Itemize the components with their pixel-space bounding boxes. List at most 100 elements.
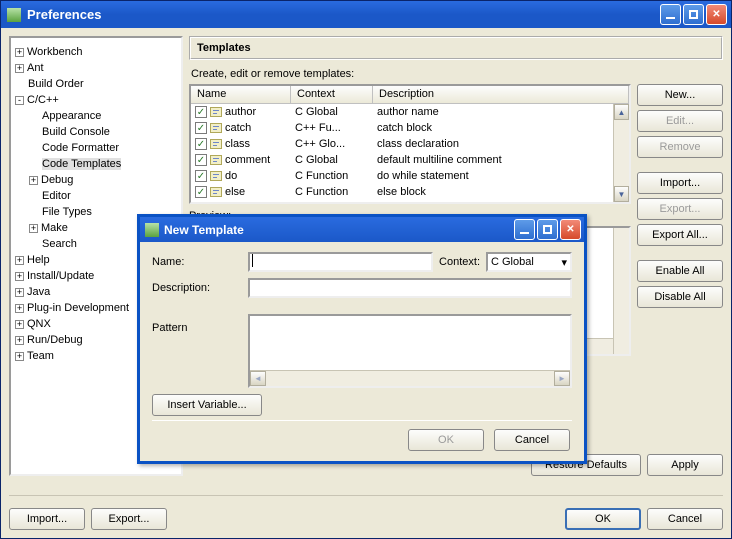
context-select[interactable]: C Global ▾ [486,252,572,272]
scroll-down-icon[interactable]: ▼ [614,186,629,202]
checkbox[interactable]: ✓ [195,122,207,134]
expander-icon[interactable]: + [15,320,24,329]
col-header-description[interactable]: Description [373,86,629,103]
checkbox[interactable]: ✓ [195,186,207,198]
template-name: do [225,170,237,182]
dialog-maximize-button[interactable] [537,219,558,240]
tree-item[interactable]: Debug [41,174,73,186]
maximize-button[interactable] [683,4,704,25]
tree-item[interactable]: Java [27,286,50,298]
import-templates-button[interactable]: Import... [637,172,723,194]
scroll-left-icon[interactable]: ◄ [250,371,266,386]
dialog-cancel-button[interactable]: Cancel [494,429,570,451]
template-description: else block [373,186,629,198]
expander-icon[interactable]: + [15,304,24,313]
tree-item[interactable]: Make [41,222,68,234]
enable-all-button[interactable]: Enable All [637,260,723,282]
template-description: class declaration [373,138,629,150]
checkbox[interactable]: ✓ [195,170,207,182]
tree-item[interactable]: Team [27,350,54,362]
expander-icon[interactable]: + [29,176,38,185]
expander-icon[interactable]: + [15,288,24,297]
tree-item[interactable]: Editor [42,190,71,202]
new-button[interactable]: New... [637,84,723,106]
template-name: else [225,186,245,198]
table-row[interactable]: ✓ else C Functionelse block [191,184,629,200]
ok-button[interactable]: OK [565,508,641,530]
minimize-button[interactable] [660,4,681,25]
template-name: catch [225,122,251,134]
tree-item[interactable]: Run/Debug [27,334,83,346]
template-icon [210,123,222,133]
table-row[interactable]: ✓doC Functiondo while statement [191,168,629,184]
templates-table[interactable]: Name Context Description ✓authorC Global… [189,84,631,204]
tree-item[interactable]: Build Order [28,78,84,90]
tree-item[interactable]: Workbench [27,46,82,58]
dialog-close-button[interactable]: ✕ [560,219,581,240]
template-icon [210,155,222,165]
tree-item[interactable]: Install/Update [27,270,94,282]
template-context: C Global [291,106,373,118]
name-label: Name: [152,256,242,268]
disable-all-button[interactable]: Disable All [637,286,723,308]
name-input[interactable] [248,252,433,272]
close-button[interactable]: ✕ [706,4,727,25]
expander-icon[interactable]: + [15,336,24,345]
cancel-button[interactable]: Cancel [647,508,723,530]
page-title: Templates [189,36,723,60]
expander-icon[interactable]: - [15,96,24,105]
pattern-label: Pattern [152,304,242,334]
template-context: C Function [291,186,373,198]
template-context: C Function [291,170,373,182]
tree-item[interactable]: Build Console [42,126,110,138]
col-header-context[interactable]: Context [291,86,373,103]
remove-button[interactable]: Remove [637,136,723,158]
expander-icon[interactable]: + [15,48,24,57]
expander-icon[interactable]: + [29,224,38,233]
col-header-name[interactable]: Name [191,86,291,103]
description-input[interactable] [248,278,572,298]
expander-icon[interactable]: + [15,352,24,361]
table-row[interactable]: ✓authorC Globalauthor name [191,104,629,120]
tree-item[interactable]: Ant [27,62,44,74]
tree-item[interactable]: C/C++ [27,94,59,106]
description-label: Description: [152,282,242,294]
expander-icon[interactable]: + [15,64,24,73]
table-scrollbar[interactable]: ▲ ▼ [613,104,629,202]
dialog-app-icon [145,223,159,237]
tree-item[interactable]: Code Templates [42,158,121,170]
template-icon [210,139,222,149]
dialog-ok-button[interactable]: OK [408,429,484,451]
tree-item[interactable]: Plug-in Development [27,302,129,314]
pattern-textarea[interactable]: ◄ ► [248,314,572,388]
tree-item[interactable]: Search [42,238,77,250]
table-row[interactable]: ✓commentC Globaldefault multiline commen… [191,152,629,168]
scroll-right-icon[interactable]: ► [554,371,570,386]
expander-icon[interactable]: + [15,272,24,281]
checkbox[interactable]: ✓ [195,106,207,118]
expander-icon[interactable]: + [15,256,24,265]
tree-item[interactable]: QNX [27,318,51,330]
export-templates-button[interactable]: Export... [637,198,723,220]
table-row[interactable]: ✓classC++ Glo...class declaration [191,136,629,152]
apply-button[interactable]: Apply [647,454,723,476]
export-all-button[interactable]: Export All... [637,224,723,246]
dialog-minimize-button[interactable] [514,219,535,240]
checkbox[interactable]: ✓ [195,154,207,166]
import-preferences-button[interactable]: Import... [9,508,85,530]
context-select-value: C Global [491,256,534,268]
tree-item[interactable]: Help [27,254,50,266]
checkbox[interactable]: ✓ [195,138,207,150]
tree-item[interactable]: File Types [42,206,92,218]
tree-item[interactable]: Appearance [42,110,101,122]
scroll-up-icon[interactable]: ▲ [614,104,629,120]
table-row[interactable]: ✓catchC++ Fu...catch block [191,120,629,136]
chevron-down-icon: ▾ [561,256,567,269]
tree-item[interactable]: Code Formatter [42,142,119,154]
app-icon [7,8,21,22]
insert-variable-button[interactable]: Insert Variable... [152,394,262,416]
edit-button[interactable]: Edit... [637,110,723,132]
template-description: author name [373,106,629,118]
export-preferences-button[interactable]: Export... [91,508,167,530]
main-titlebar: Preferences ✕ [1,1,731,28]
